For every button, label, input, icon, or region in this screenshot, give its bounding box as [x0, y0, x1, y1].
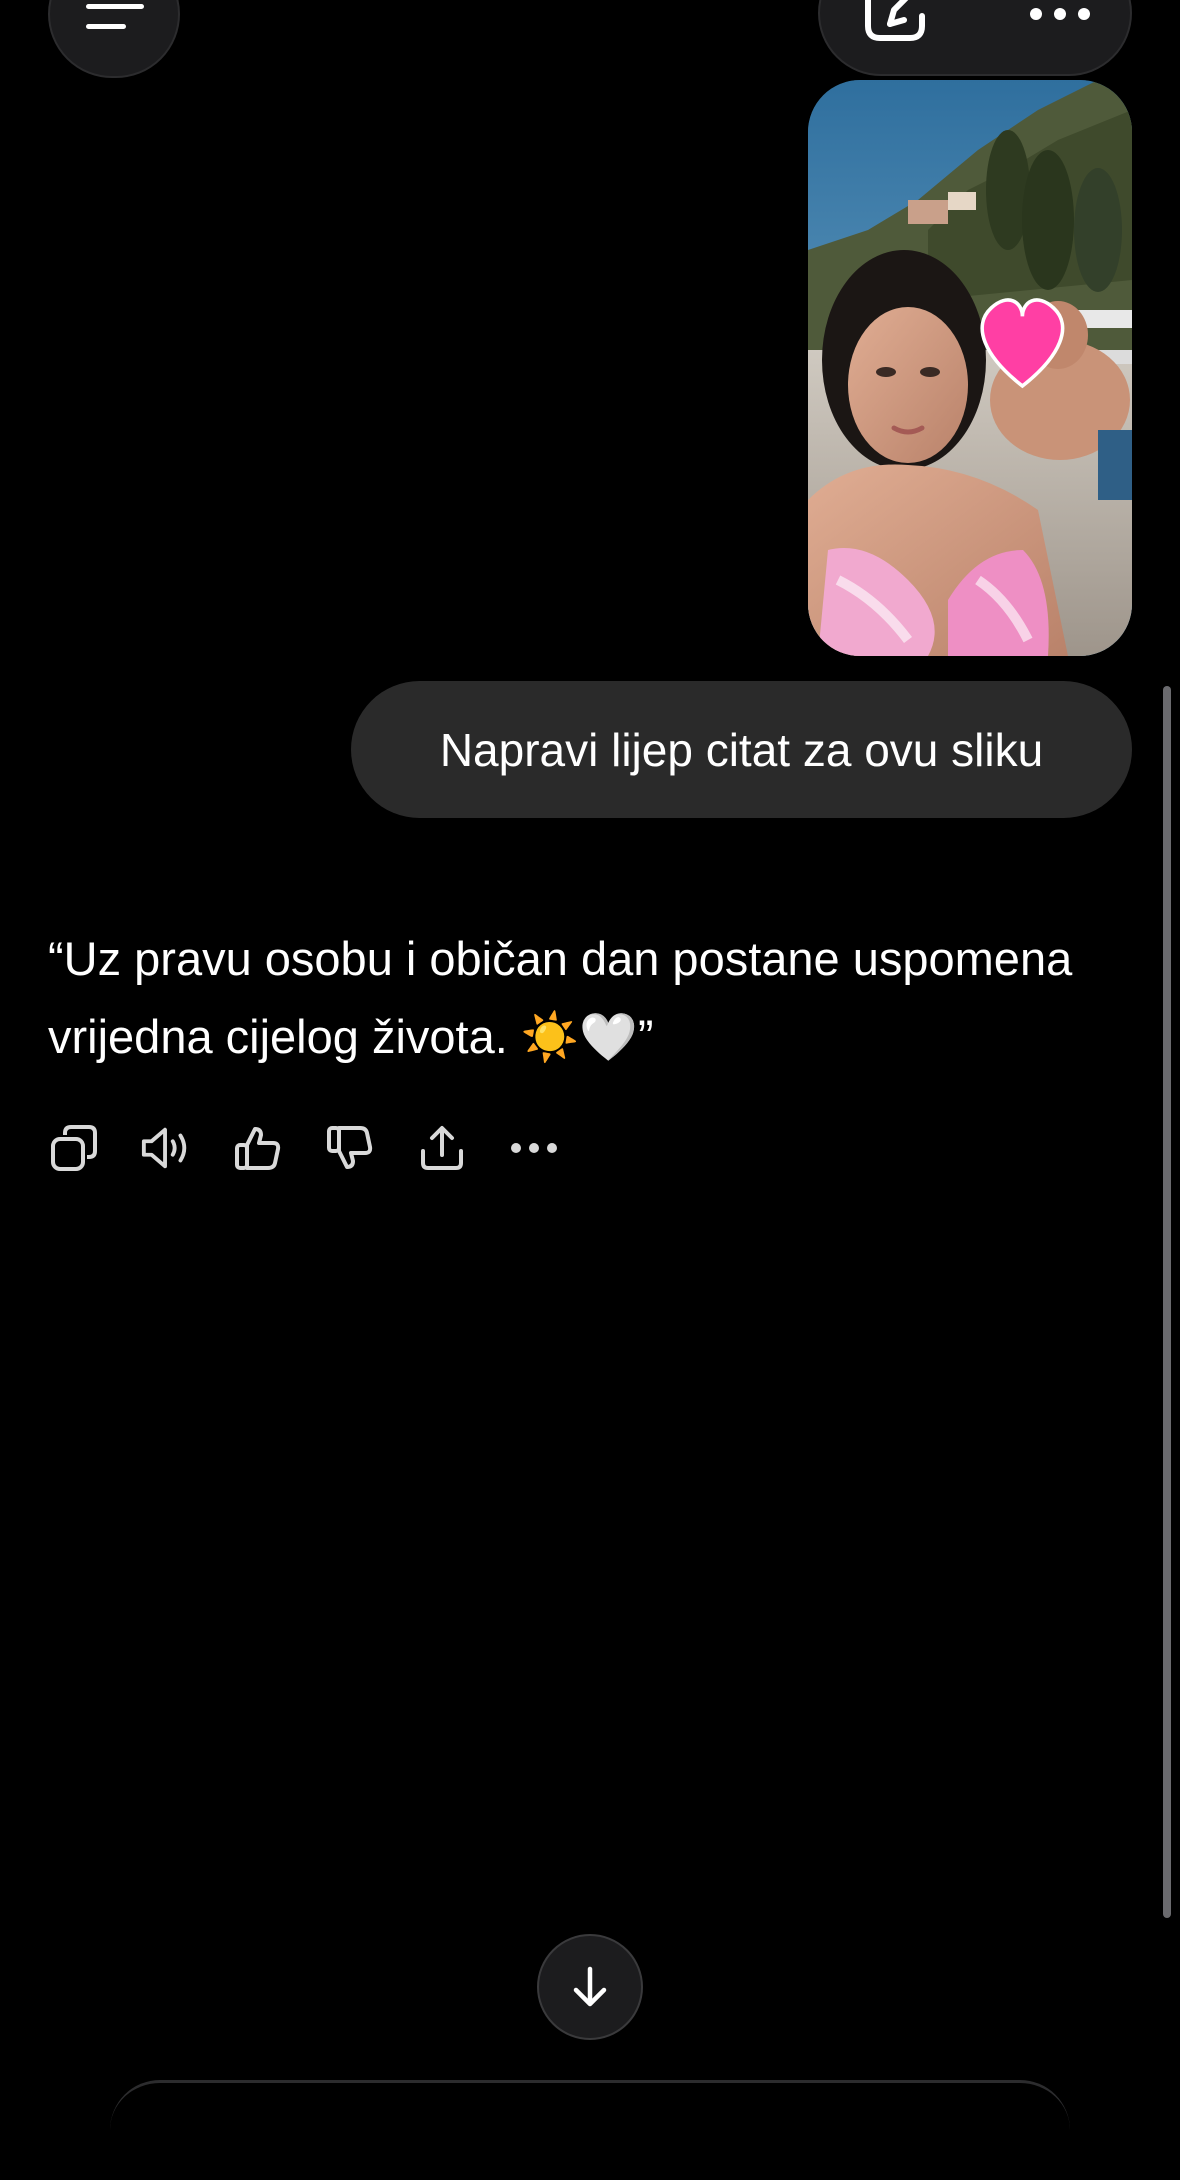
scroll-down-button[interactable] [537, 1934, 643, 2040]
uploaded-image[interactable] [808, 80, 1132, 656]
menu-lines-icon [86, 4, 144, 9]
menu-lines-icon-bar [86, 24, 126, 29]
message-composer[interactable] [110, 2080, 1070, 2180]
assistant-reply-text: “Uz pravu osobu i običan dan postane usp… [48, 932, 1073, 1063]
more-horizontal-icon[interactable] [508, 1122, 560, 1174]
thumbs-down-icon[interactable] [324, 1122, 376, 1174]
user-message-bubble[interactable]: Napravi lijep citat za ovu sliku [351, 681, 1132, 818]
copy-icon[interactable] [48, 1122, 100, 1174]
header-actions [818, 0, 1132, 76]
share-icon[interactable] [416, 1122, 468, 1174]
user-message-text: Napravi lijep citat za ovu sliku [439, 723, 1044, 776]
scrollbar[interactable] [1163, 686, 1171, 1918]
read-aloud-icon[interactable] [140, 1122, 192, 1174]
edit-pencil-icon[interactable] [860, 0, 932, 46]
arrow-down-icon [573, 1966, 607, 2007]
thumbs-up-icon[interactable] [232, 1122, 284, 1174]
menu-button[interactable] [48, 0, 180, 78]
reply-actions [48, 1118, 600, 1178]
more-horizontal-icon[interactable] [1028, 4, 1092, 24]
